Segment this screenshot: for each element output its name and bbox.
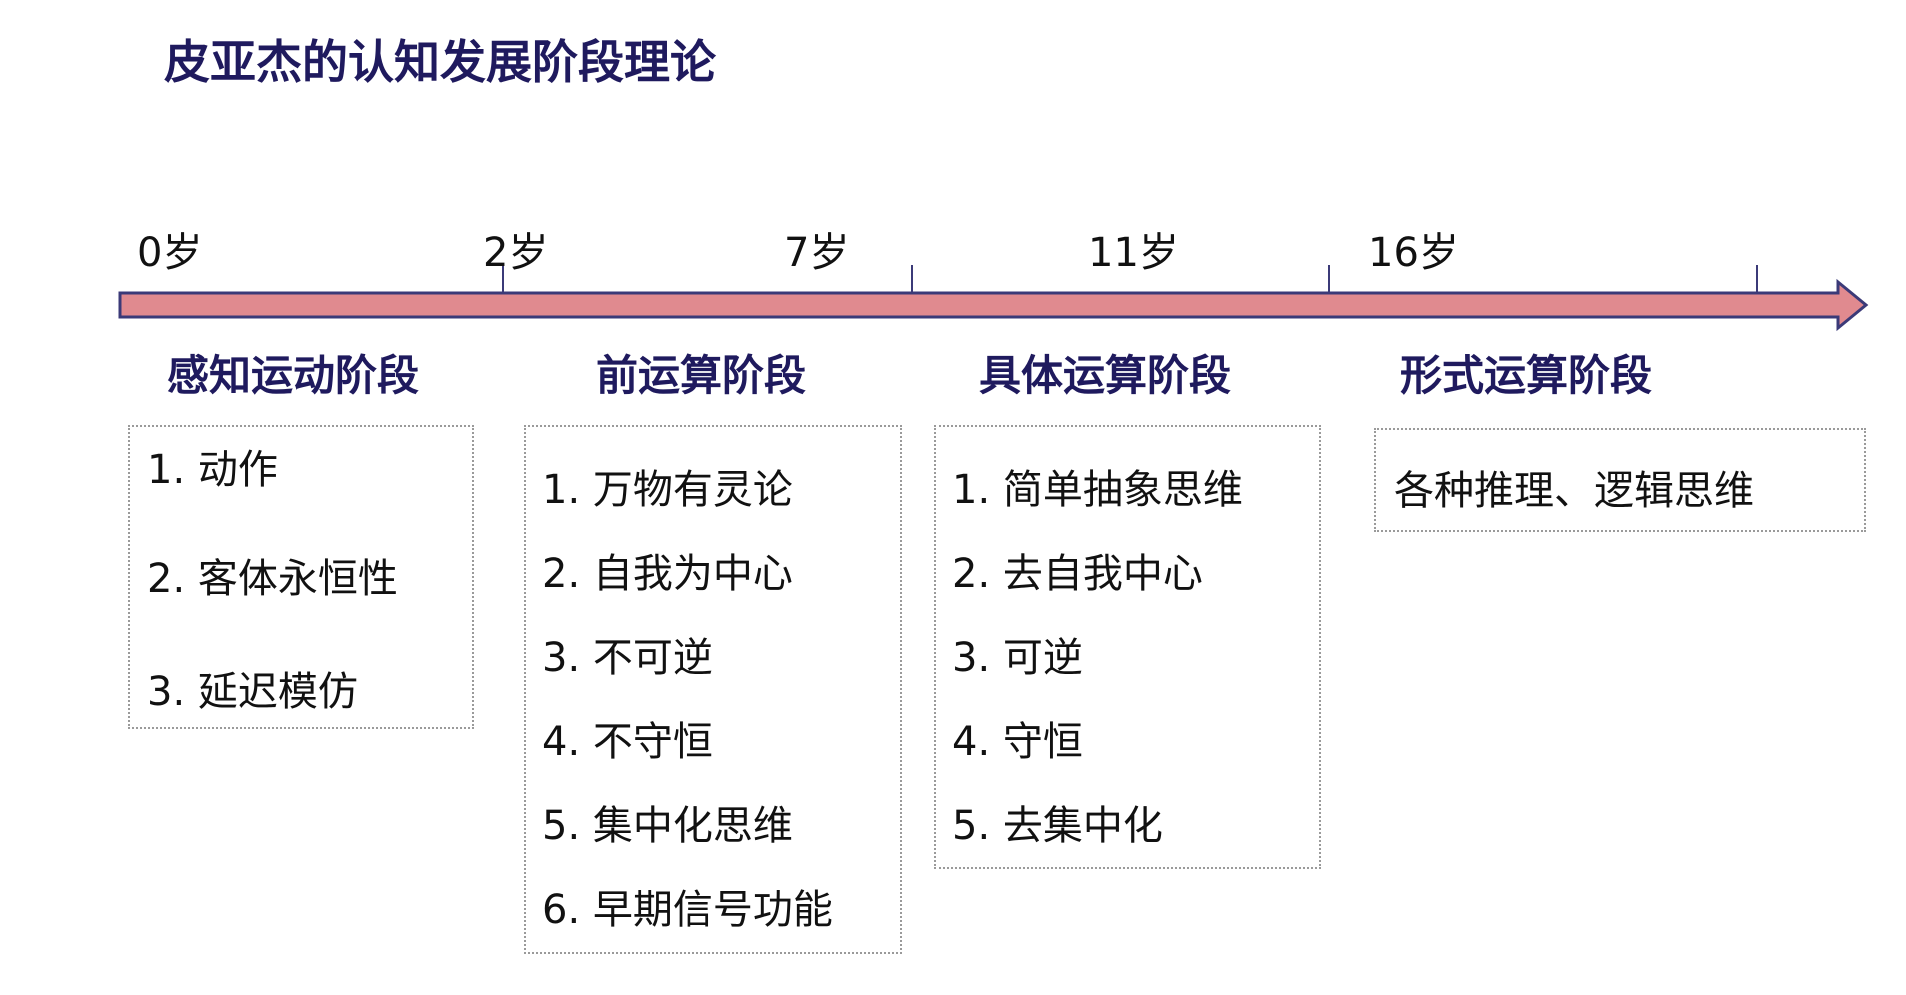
- stage-heading: 形式运算阶段: [1400, 351, 1653, 400]
- list-item: 2. 去自我中心: [952, 551, 1203, 597]
- timeline-arrow-shape: [118, 278, 1869, 332]
- list-item: 4. 不守恒: [542, 719, 713, 765]
- list-item: 1. 动作: [147, 447, 278, 493]
- age-label: 0岁: [137, 230, 203, 276]
- list-item: 3. 可逆: [952, 635, 1083, 681]
- list-item: 2. 自我为中心: [542, 551, 793, 597]
- age-label: 2岁: [483, 230, 549, 276]
- age-label: 7岁: [784, 230, 850, 276]
- stage-heading: 具体运算阶段: [979, 351, 1232, 400]
- slide: 皮亚杰的认知发展阶段理论 0岁 2岁 7岁 11岁 16岁 感知运动阶段 前运算…: [0, 0, 1906, 995]
- list-item: 5. 去集中化: [952, 803, 1163, 849]
- list-item: 3. 不可逆: [542, 635, 713, 681]
- list-item: 各种推理、逻辑思维: [1394, 468, 1754, 514]
- list-item: 2. 客体永恒性: [147, 556, 398, 602]
- list-item: 1. 万物有灵论: [542, 467, 793, 513]
- list-item: 6. 早期信号功能: [542, 887, 833, 933]
- age-label: 11岁: [1088, 230, 1179, 276]
- list-item: 4. 守恒: [952, 719, 1083, 765]
- list-item: 1. 简单抽象思维: [952, 467, 1243, 513]
- list-item: 3. 延迟模仿: [147, 669, 358, 715]
- stage-heading: 感知运动阶段: [167, 351, 420, 400]
- stage-heading: 前运算阶段: [596, 351, 807, 400]
- age-label: 16岁: [1368, 230, 1459, 276]
- list-item: 5. 集中化思维: [542, 803, 793, 849]
